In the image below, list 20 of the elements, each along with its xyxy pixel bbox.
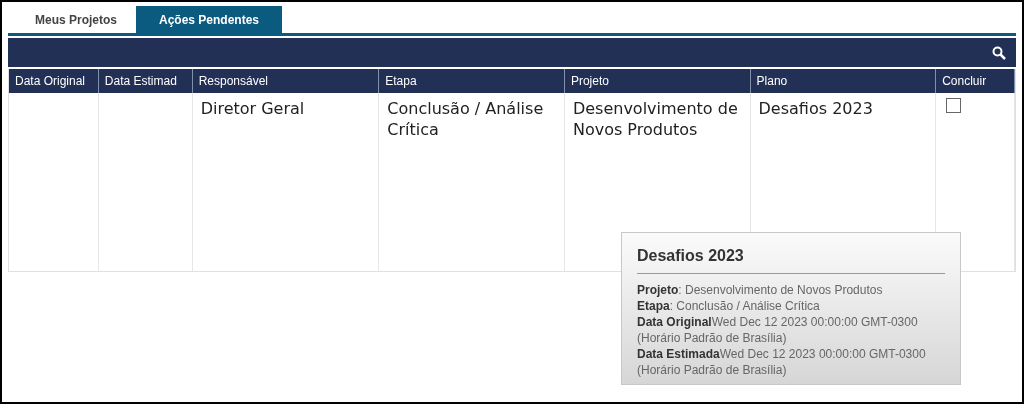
table-cell: Conclusão / Análise Crítica <box>387 99 544 139</box>
tab[interactable]: Ações Pendentes <box>136 6 283 33</box>
table-cell: Desafios 2023 <box>758 99 873 118</box>
column-header: Concluir <box>936 69 1015 93</box>
tooltip-text: Projeto: Desenvolvimento de Novos Produtos <box>637 282 884 298</box>
column-header: Data Original <box>9 69 99 93</box>
checkbox[interactable] <box>946 98 962 113</box>
search-icon[interactable] <box>992 45 1006 60</box>
column-header: Etapa <box>379 69 565 93</box>
table-cell: Desenvolvimento de Novos Produtos <box>572 99 738 139</box>
tooltip-text: Etapa: Conclusão / Análise Crítica <box>637 298 821 314</box>
table-cell: Diretor Geral <box>200 99 305 118</box>
tab[interactable]: Meus Projetos <box>16 6 137 33</box>
tooltip-title: Desafios 2023 <box>637 247 945 274</box>
column-header: Projeto <box>564 69 751 93</box>
tooltip-text: Data EstimadaWed Dec 12 2023 00:00:00 GMT-0300 (Horário Padrão de Brasília) <box>637 346 927 378</box>
tooltip-text: Data OriginalWed Dec 12 2023 00:00:00 GMT-0300 (Horário Padrão de Brasília) <box>637 314 919 346</box>
column-header: Data Estimad <box>98 69 193 93</box>
column-header: Plano <box>750 69 937 93</box>
column-header: Responsável <box>192 69 380 93</box>
